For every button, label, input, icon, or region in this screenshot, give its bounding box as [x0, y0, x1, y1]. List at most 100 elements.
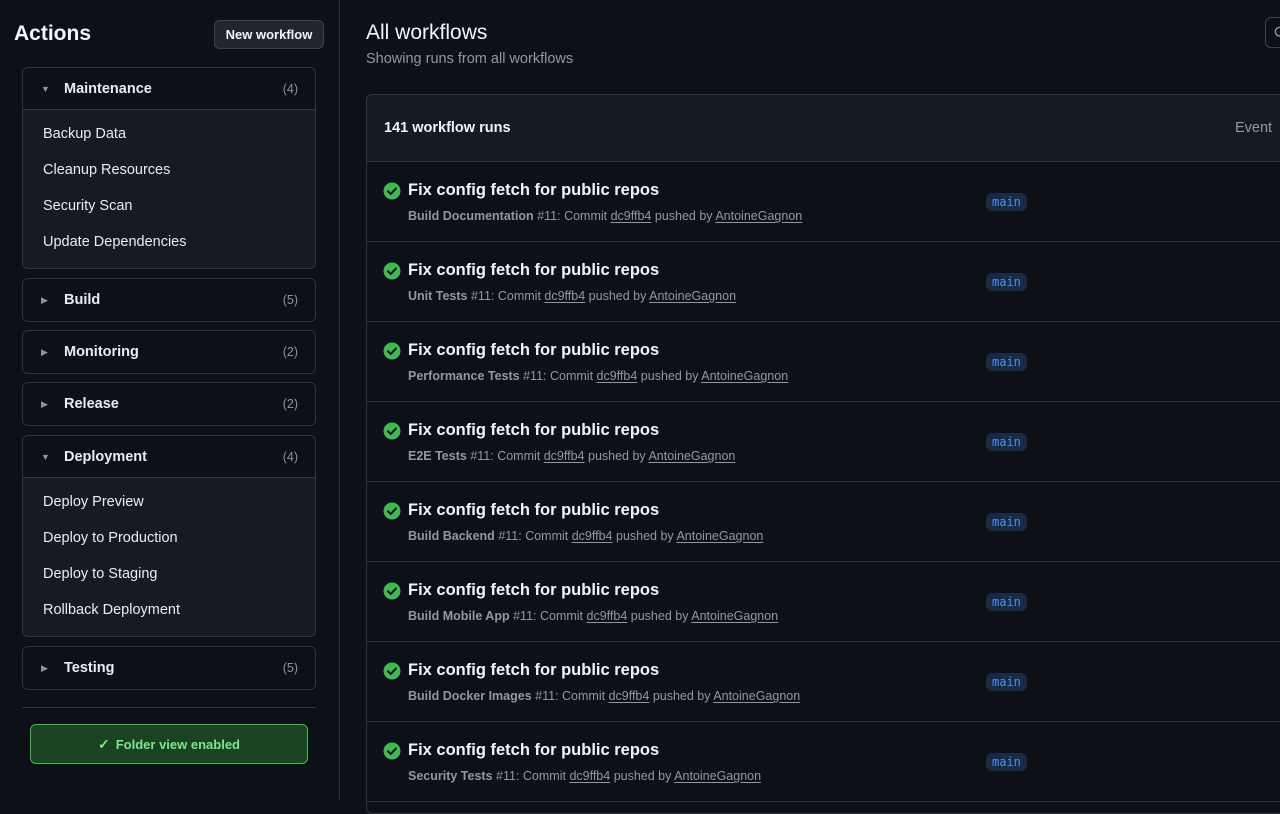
sidebar-title: Actions: [14, 22, 92, 45]
folder-header-build[interactable]: ▶ Build (5): [23, 279, 315, 321]
run-number: #11: [523, 369, 544, 383]
run-meta: Build Documentation #11: Commit dc9ffb4 …: [408, 209, 802, 223]
success-check-icon: [383, 342, 401, 360]
run-title[interactable]: Fix config fetch for public repos: [408, 661, 659, 680]
folder-name: Release: [64, 396, 119, 412]
author-link[interactable]: AntoineGagnon: [691, 609, 778, 623]
event-filter-dropdown[interactable]: Event: [1235, 120, 1272, 136]
folder-deployment: ▼ Deployment (4) Deploy Preview Deploy t…: [22, 435, 316, 637]
pushed-by-label: pushed by: [612, 529, 677, 543]
workflow-run-row-1[interactable]: Fix config fetch for public repos Build …: [367, 162, 1280, 242]
workflow-item-update-dependencies[interactable]: Update Dependencies: [23, 224, 315, 260]
workflow-run-row-4[interactable]: Fix config fetch for public repos E2E Te…: [367, 402, 1280, 482]
run-title[interactable]: Fix config fetch for public repos: [408, 501, 659, 520]
workflow-run-row-8[interactable]: Fix config fetch for public repos Securi…: [367, 722, 1280, 802]
run-workflow-name: Build Backend: [408, 529, 495, 543]
success-check-icon: [383, 742, 401, 760]
run-meta: Security Tests #11: Commit dc9ffb4 pushe…: [408, 769, 761, 783]
pushed-by-label: pushed by: [585, 289, 650, 303]
run-title[interactable]: Fix config fetch for public repos: [408, 181, 659, 200]
branch-badge[interactable]: main: [986, 593, 1027, 611]
author-link[interactable]: AntoineGagnon: [676, 529, 763, 543]
chevron-right-icon: ▶: [41, 398, 48, 409]
folder-header-maintenance[interactable]: ▼ Maintenance (4): [23, 68, 315, 110]
run-number: #11: [535, 689, 556, 703]
workflow-run-row-2[interactable]: Fix config fetch for public repos Unit T…: [367, 242, 1280, 322]
folder-name: Monitoring: [64, 344, 139, 360]
new-workflow-button[interactable]: New workflow: [214, 20, 324, 49]
branch-badge[interactable]: main: [986, 433, 1027, 451]
branch-badge[interactable]: main: [986, 753, 1027, 771]
runs-header: 141 workflow runs Event: [367, 95, 1280, 162]
branch-badge[interactable]: main: [986, 513, 1027, 531]
workflow-item-rollback-deployment[interactable]: Rollback Deployment: [23, 592, 315, 628]
folder-testing: ▶ Testing (5): [22, 646, 316, 690]
run-title[interactable]: Fix config fetch for public repos: [408, 261, 659, 280]
commit-link[interactable]: dc9ffb4: [544, 289, 585, 303]
commit-link[interactable]: dc9ffb4: [597, 369, 638, 383]
folder-view-toggle[interactable]: ✓ Folder view enabled: [30, 724, 308, 764]
branch-badge[interactable]: main: [986, 193, 1027, 211]
author-link[interactable]: AntoineGagnon: [715, 209, 802, 223]
commit-link[interactable]: dc9ffb4: [587, 609, 628, 623]
author-link[interactable]: AntoineGagnon: [649, 289, 736, 303]
workflow-item-security-scan[interactable]: Security Scan: [23, 188, 315, 224]
commit-link[interactable]: dc9ffb4: [611, 209, 652, 223]
workflow-run-row-5[interactable]: Fix config fetch for public repos Build …: [367, 482, 1280, 562]
workflow-run-row-6[interactable]: Fix config fetch for public repos Build …: [367, 562, 1280, 642]
run-meta: Unit Tests #11: Commit dc9ffb4 pushed by…: [408, 289, 736, 303]
folder-count: (2): [282, 397, 298, 411]
folder-header-release[interactable]: ▶ Release (2): [23, 383, 315, 425]
commit-label: : Commit: [557, 209, 611, 223]
run-number: #11: [470, 289, 491, 303]
run-title[interactable]: Fix config fetch for public repos: [408, 341, 659, 360]
workflow-item-cleanup-resources[interactable]: Cleanup Resources: [23, 152, 315, 188]
run-title[interactable]: Fix config fetch for public repos: [408, 741, 659, 760]
folder-count: (4): [282, 449, 298, 464]
run-workflow-name: E2E Tests: [408, 449, 467, 463]
author-link[interactable]: AntoineGagnon: [713, 689, 800, 703]
commit-label: : Commit: [555, 689, 609, 703]
commit-label: : Commit: [543, 369, 597, 383]
run-title[interactable]: Fix config fetch for public repos: [408, 421, 659, 440]
author-link[interactable]: AntoineGagnon: [674, 769, 761, 783]
run-meta: E2E Tests #11: Commit dc9ffb4 pushed by …: [408, 449, 735, 463]
branch-badge[interactable]: main: [986, 673, 1027, 691]
commit-link[interactable]: dc9ffb4: [572, 529, 613, 543]
chevron-down-icon: ▼: [41, 451, 50, 462]
author-link[interactable]: AntoineGagnon: [701, 369, 788, 383]
commit-link[interactable]: dc9ffb4: [569, 769, 610, 783]
author-link[interactable]: AntoineGagnon: [648, 449, 735, 463]
commit-label: : Commit: [490, 289, 545, 303]
branch-badge[interactable]: main: [986, 273, 1027, 291]
search-button[interactable]: [1265, 17, 1280, 48]
commit-link[interactable]: dc9ffb4: [544, 449, 585, 463]
runs-list: Fix config fetch for public repos Build …: [367, 162, 1280, 802]
sidebar: Actions New workflow ▼ Maintenance (4) B…: [0, 0, 340, 800]
workflow-run-row-3[interactable]: Fix config fetch for public repos Perfor…: [367, 322, 1280, 402]
run-meta: Performance Tests #11: Commit dc9ffb4 pu…: [408, 369, 788, 383]
workflow-run-row-7[interactable]: Fix config fetch for public repos Build …: [367, 642, 1280, 722]
folder-release: ▶ Release (2): [22, 382, 316, 426]
branch-badge[interactable]: main: [986, 353, 1027, 371]
folder-header-monitoring[interactable]: ▶ Monitoring (2): [23, 331, 315, 373]
workflow-item-backup-data[interactable]: Backup Data: [23, 116, 315, 152]
commit-link[interactable]: dc9ffb4: [609, 689, 650, 703]
folder-name: Deployment: [64, 448, 147, 465]
run-meta: Build Mobile App #11: Commit dc9ffb4 pus…: [408, 609, 778, 623]
page-title: All workflows: [366, 21, 488, 44]
workflow-item-deploy-to-staging[interactable]: Deploy to Staging: [23, 556, 315, 592]
success-check-icon: [383, 422, 401, 440]
page-subtitle: Showing runs from all workflows: [366, 51, 574, 67]
chevron-right-icon: ▶: [41, 294, 48, 305]
success-check-icon: [383, 582, 401, 600]
workflow-item-deploy-preview[interactable]: Deploy Preview: [23, 484, 315, 520]
commit-label: : Commit: [533, 609, 587, 623]
workflow-runs-panel: 141 workflow runs Event Fix config fetch…: [366, 94, 1280, 814]
folder-header-testing[interactable]: ▶ Testing (5): [23, 647, 315, 689]
run-number: #11: [537, 209, 558, 223]
run-workflow-name: Build Documentation: [408, 209, 534, 223]
run-title[interactable]: Fix config fetch for public repos: [408, 581, 659, 600]
folder-header-deployment[interactable]: ▼ Deployment (4): [23, 436, 315, 478]
workflow-item-deploy-to-production[interactable]: Deploy to Production: [23, 520, 315, 556]
